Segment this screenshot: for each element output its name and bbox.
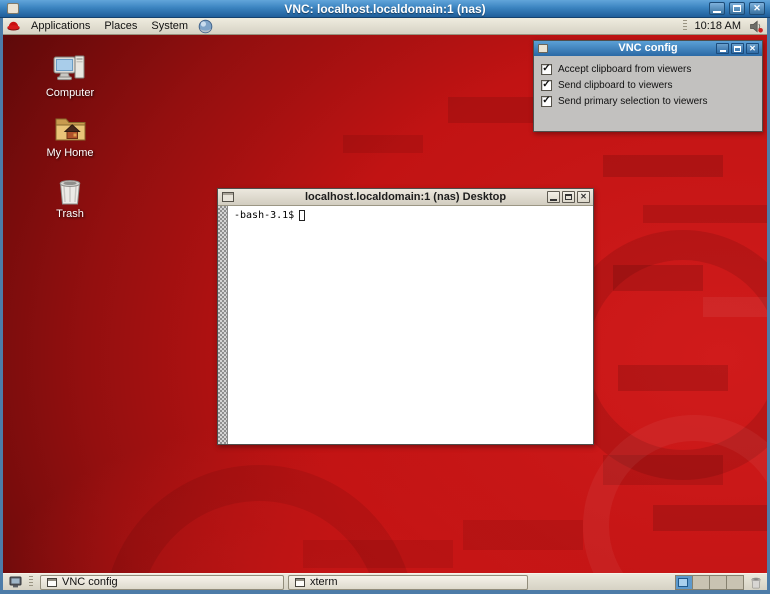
checkmark-icon: ✓ bbox=[542, 65, 550, 73]
window-icon bbox=[295, 578, 305, 587]
bottom-panel: VNC config xterm bbox=[3, 573, 767, 590]
trash-icon bbox=[750, 576, 762, 589]
taskbar-button-label: VNC config bbox=[62, 576, 118, 588]
wallpaper-shape bbox=[643, 205, 767, 223]
shell-prompt: -bash-3.1$ bbox=[234, 210, 294, 221]
checkmark-icon: ✓ bbox=[542, 97, 550, 105]
menu-system[interactable]: System bbox=[144, 18, 195, 34]
web-browser-launcher-icon[interactable] bbox=[195, 19, 216, 34]
computer-icon bbox=[52, 53, 88, 85]
xterm-titlebar[interactable]: localhost.localdomain:1 (nas) Desktop ✕ bbox=[218, 189, 593, 206]
wallpaper-shape bbox=[603, 155, 723, 177]
workspace-switcher bbox=[675, 575, 744, 590]
home-folder-icon bbox=[52, 114, 88, 145]
applet-handle[interactable] bbox=[683, 20, 687, 32]
desktop-icon-my-home[interactable]: My Home bbox=[30, 114, 110, 159]
desktop-icon-trash[interactable]: Trash bbox=[30, 176, 110, 220]
workspace-1[interactable] bbox=[676, 576, 693, 589]
vnc-viewer-window: VNC: localhost.localdomain:1 (nas) ✕ App… bbox=[0, 0, 770, 594]
option-label: Accept clipboard from viewers bbox=[558, 64, 691, 75]
terminal-prompt-line: -bash-3.1$ bbox=[234, 210, 305, 221]
vnc-config-titlebar[interactable]: VNC config ✕ bbox=[534, 41, 762, 56]
maximize-button[interactable] bbox=[731, 43, 744, 54]
desktop-icon-label: Computer bbox=[30, 87, 110, 99]
wallpaper-ring bbox=[103, 465, 415, 573]
trash-icon bbox=[56, 176, 84, 206]
close-button[interactable]: ✕ bbox=[746, 43, 759, 54]
workspace-2[interactable] bbox=[693, 576, 710, 589]
xterm-controls: ✕ bbox=[547, 191, 590, 203]
maximize-button[interactable] bbox=[562, 191, 575, 203]
minimize-icon bbox=[550, 199, 557, 201]
window-title: VNC: localhost.localdomain:1 (nas) bbox=[0, 2, 770, 16]
titlebar[interactable]: VNC: localhost.localdomain:1 (nas) ✕ bbox=[0, 0, 770, 18]
window-frame-edge bbox=[0, 18, 3, 594]
option-row: ✓ Send primary selection to viewers bbox=[534, 93, 762, 109]
workspace-3[interactable] bbox=[710, 576, 727, 589]
checkmark-icon: ✓ bbox=[542, 81, 550, 89]
wallpaper-shape bbox=[463, 520, 583, 550]
checkbox-send-primary-selection[interactable]: ✓ bbox=[541, 96, 552, 107]
gnome-panel: Applications Places System 10:18 AM bbox=[3, 18, 767, 35]
close-icon: ✕ bbox=[580, 193, 587, 201]
close-button[interactable]: ✕ bbox=[577, 191, 590, 203]
wallpaper-shape bbox=[343, 135, 423, 153]
window-controls: ✕ bbox=[709, 2, 765, 15]
menu-places[interactable]: Places bbox=[97, 18, 144, 34]
close-icon: ✕ bbox=[749, 45, 756, 53]
desktop-wallpaper: Computer My Home Trash bbox=[3, 35, 767, 573]
terminal-area[interactable]: -bash-3.1$ bbox=[218, 206, 593, 444]
desktop-icon-computer[interactable]: Computer bbox=[30, 53, 110, 99]
volume-icon[interactable] bbox=[746, 20, 767, 33]
maximize-icon bbox=[734, 46, 741, 52]
maximize-button[interactable] bbox=[729, 2, 745, 15]
trash-applet[interactable] bbox=[750, 576, 762, 589]
close-icon: ✕ bbox=[753, 4, 761, 13]
window-frame-edge bbox=[0, 590, 770, 594]
clock[interactable]: 10:18 AM bbox=[690, 20, 746, 32]
option-row: ✓ Accept clipboard from viewers bbox=[534, 61, 762, 77]
minimize-icon bbox=[713, 11, 721, 13]
desktop-icon-label: Trash bbox=[30, 208, 110, 220]
taskbar-button-vnc-config[interactable]: VNC config bbox=[40, 575, 284, 590]
minimize-icon bbox=[720, 50, 726, 52]
vnc-config-controls: ✕ bbox=[716, 43, 759, 54]
xterm-title: localhost.localdomain:1 (nas) Desktop bbox=[218, 191, 593, 203]
minimize-button[interactable] bbox=[709, 2, 725, 15]
workspace-4[interactable] bbox=[727, 576, 743, 589]
option-label: Send clipboard to viewers bbox=[558, 80, 673, 91]
xterm-scrollbar[interactable] bbox=[218, 206, 228, 444]
option-label: Send primary selection to viewers bbox=[558, 96, 708, 107]
tasklist-handle[interactable] bbox=[29, 576, 33, 588]
maximize-icon bbox=[733, 5, 741, 12]
minimize-button[interactable] bbox=[716, 43, 729, 54]
show-desktop-button[interactable] bbox=[4, 575, 26, 590]
close-button[interactable]: ✕ bbox=[749, 2, 765, 15]
option-row: ✓ Send clipboard to viewers bbox=[534, 77, 762, 93]
maximize-icon bbox=[565, 194, 572, 200]
minimize-button[interactable] bbox=[547, 191, 560, 203]
vnc-config-body: ✓ Accept clipboard from viewers ✓ Send c… bbox=[534, 56, 762, 109]
checkbox-accept-clipboard[interactable]: ✓ bbox=[541, 64, 552, 75]
desktop-icon-label: My Home bbox=[30, 147, 110, 159]
show-desktop-icon bbox=[9, 576, 22, 588]
checkbox-send-clipboard[interactable]: ✓ bbox=[541, 80, 552, 91]
vnc-config-window: VNC config ✕ ✓ Accept clipboard from vie… bbox=[533, 40, 763, 132]
window-icon bbox=[47, 578, 57, 587]
menu-applications[interactable]: Applications bbox=[24, 18, 97, 34]
redhat-menu-icon[interactable] bbox=[3, 20, 24, 33]
xterm-window: localhost.localdomain:1 (nas) Desktop ✕ … bbox=[217, 188, 594, 445]
terminal-cursor bbox=[299, 210, 305, 221]
taskbar-button-label: xterm bbox=[310, 576, 338, 588]
taskbar-button-xterm[interactable]: xterm bbox=[288, 575, 528, 590]
